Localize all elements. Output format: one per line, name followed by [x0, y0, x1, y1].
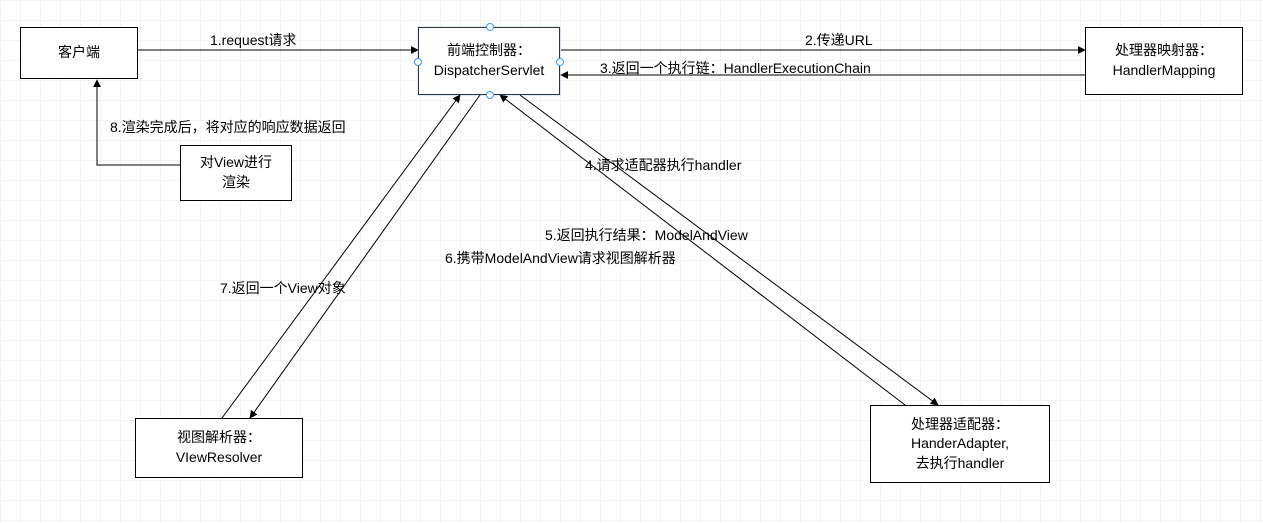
resize-handle-e[interactable] [556, 58, 564, 66]
node-render-line2: 渲染 [222, 173, 250, 193]
node-resolver-line1: 视图解析器： [177, 428, 261, 448]
node-resolver[interactable]: 视图解析器： VIewResolver [135, 418, 303, 478]
node-client[interactable]: 客户端 [20, 27, 138, 79]
edge-label-1: 1.request请求 [210, 30, 296, 50]
node-render[interactable]: 对View进行 渲染 [180, 145, 292, 201]
edge-label-2: 2.传递URL [805, 30, 873, 50]
resize-handle-s[interactable] [486, 91, 494, 99]
node-render-line1: 对View进行 [200, 153, 272, 173]
edge-label-4: 4.请求适配器执行handler [585, 155, 741, 175]
node-dispatcher-line2: DispatcherServlet [434, 61, 545, 81]
node-mapping-line1: 处理器映射器： [1115, 41, 1213, 61]
node-dispatcher-line1: 前端控制器： [447, 41, 531, 61]
node-adapter-line2: HanderAdapter, [911, 434, 1009, 454]
edge-label-3: 3.返回一个执行链：HandlerExecutionChain [600, 58, 871, 78]
node-mapping[interactable]: 处理器映射器： HandlerMapping [1085, 27, 1243, 95]
resize-handle-n[interactable] [486, 23, 494, 31]
node-adapter-line3: 去执行handler [916, 454, 1005, 474]
node-dispatcher[interactable]: 前端控制器： DispatcherServlet [418, 27, 560, 95]
edge-label-8: 8.渲染完成后，将对应的响应数据返回 [110, 117, 346, 137]
node-adapter-line1: 处理器适配器： [911, 415, 1009, 435]
edge-label-5: 5.返回执行结果：ModelAndView [545, 225, 748, 245]
resize-handle-w[interactable] [414, 58, 422, 66]
node-resolver-line2: VIewResolver [176, 448, 262, 468]
node-client-line1: 客户端 [58, 43, 100, 63]
node-mapping-line2: HandlerMapping [1113, 61, 1216, 81]
node-adapter[interactable]: 处理器适配器： HanderAdapter, 去执行handler [870, 405, 1050, 483]
edge-label-6: 6.携带ModelAndView请求视图解析器 [445, 248, 676, 268]
edge-label-7: 7.返回一个View对象 [220, 278, 346, 298]
